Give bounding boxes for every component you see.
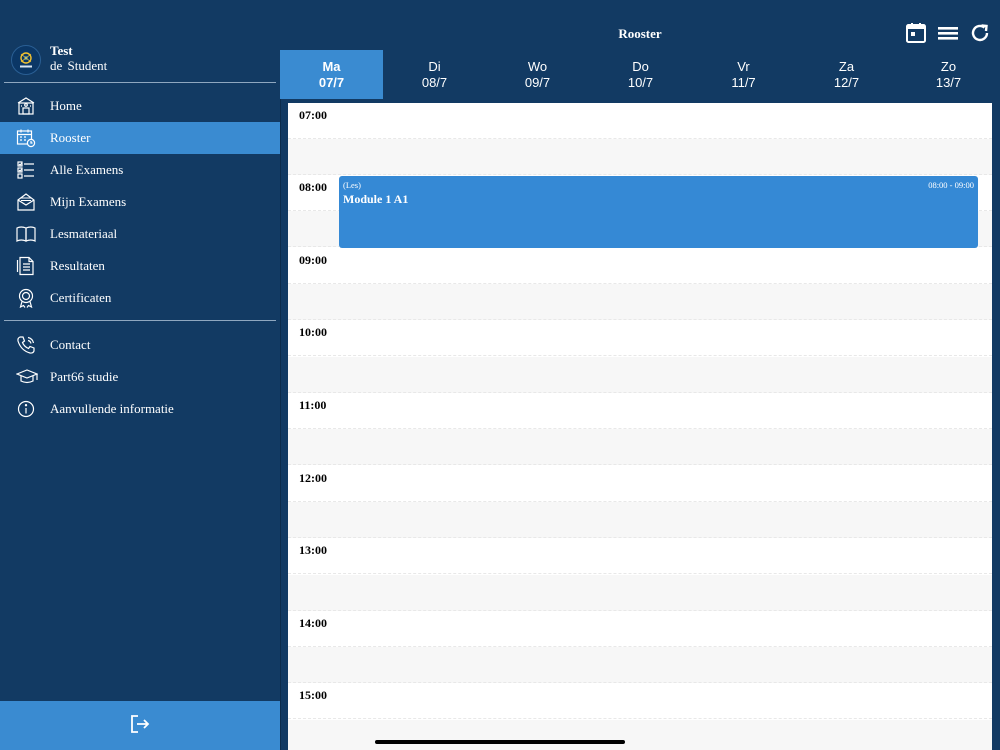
nav-label: Aanvullende informatie <box>50 401 174 416</box>
nav-label: Part66 studie <box>50 369 119 384</box>
user-first-name: Test <box>50 43 73 58</box>
day-name: Vr <box>737 59 750 74</box>
envelope-icon <box>16 192 36 212</box>
graduation-cap-icon <box>15 367 39 387</box>
tab-day-do[interactable]: Do 10/7 <box>589 50 692 99</box>
time-slot[interactable] <box>288 466 992 502</box>
event-type: (Les) <box>343 180 361 190</box>
nav-item-aanvullende-informatie[interactable]: Aanvullende informatie <box>0 393 280 425</box>
user-last-name: de Student <box>50 58 108 73</box>
nav-item-mijn-examens[interactable]: Mijn Examens <box>0 186 280 218</box>
nav-label: Lesmateriaal <box>50 226 118 241</box>
time-label: 13:00 <box>299 543 327 557</box>
nav-label: Certificaten <box>50 290 112 305</box>
day-tabs: Ma 07/7 Di 08/7 Wo 09/7 Do 10/7 Vr 11/7 … <box>280 50 1000 99</box>
nav-item-alle-examens[interactable]: Alle Examens <box>0 154 280 186</box>
time-slot[interactable] <box>288 320 992 356</box>
tab-day-vr[interactable]: Vr 11/7 <box>692 50 795 99</box>
tab-day-ma[interactable]: Ma 07/7 <box>280 50 383 99</box>
status-bar <box>0 0 1000 18</box>
time-label: 10:00 <box>299 325 327 339</box>
school-logo-icon <box>11 45 41 75</box>
tab-day-wo[interactable]: Wo 09/7 <box>486 50 589 99</box>
nav-item-certificaten[interactable]: Certificaten <box>0 282 280 314</box>
time-slot[interactable] <box>288 683 992 719</box>
time-slot[interactable] <box>288 575 992 611</box>
nav-item-rooster[interactable]: Rooster <box>0 122 280 154</box>
time-slot[interactable] <box>288 502 992 538</box>
time-slot[interactable] <box>288 357 992 393</box>
calendar-clock-icon <box>16 128 36 148</box>
nav-label: Alle Examens <box>50 162 124 177</box>
day-schedule[interactable]: 07:00 08:00 09:00 10:00 11:00 12:00 13:0… <box>288 103 992 750</box>
refresh-icon[interactable] <box>969 22 991 44</box>
nav-item-part66-studie[interactable]: Part66 studie <box>0 361 280 393</box>
nav-label: Rooster <box>50 130 91 145</box>
sidebar: Test de Student Home Rooster Alle Examen… <box>0 18 281 750</box>
time-slot[interactable] <box>288 538 992 574</box>
time-slot[interactable] <box>288 139 992 175</box>
time-label: 12:00 <box>299 471 327 485</box>
menu-icon[interactable] <box>937 22 959 44</box>
event-time-range: 08:00 - 09:00 <box>928 180 974 190</box>
day-date: 08/7 <box>421 75 448 90</box>
tab-day-zo[interactable]: Zo 13/7 <box>897 50 1000 99</box>
day-date: 11/7 <box>731 75 756 90</box>
document-list-icon <box>16 256 36 276</box>
logout-icon <box>129 713 151 735</box>
nav-item-contact[interactable]: Contact <box>0 329 280 361</box>
time-label: 09:00 <box>299 253 327 267</box>
time-label: 15:00 <box>299 688 327 702</box>
day-name: Za <box>838 59 855 74</box>
award-badge-icon <box>16 288 36 309</box>
time-slot[interactable] <box>288 393 992 429</box>
time-label: 14:00 <box>299 616 327 630</box>
nav-label: Contact <box>50 337 91 352</box>
nav-label: Home <box>50 98 82 113</box>
nav-label: Resultaten <box>50 258 105 273</box>
day-name: Di <box>428 59 441 74</box>
day-date: 07/7 <box>318 75 345 90</box>
checklist-icon <box>16 160 36 180</box>
header: Rooster <box>280 18 1000 50</box>
time-slot[interactable] <box>288 647 992 683</box>
time-slot[interactable] <box>288 284 992 320</box>
nav-item-lesmateriaal[interactable]: Lesmateriaal <box>0 218 280 250</box>
user-profile: Test de Student <box>0 18 280 82</box>
school-building-icon <box>16 96 36 116</box>
day-name: Do <box>632 59 649 74</box>
calendar-event[interactable]: (Les) Module 1 A1 08:00 - 09:00 <box>339 176 978 248</box>
event-title: Module 1 A1 <box>343 192 409 206</box>
page-title: Rooster <box>618 26 662 41</box>
divider <box>4 320 276 321</box>
day-date: 09/7 <box>524 75 551 90</box>
time-label: 07:00 <box>299 108 327 122</box>
tab-day-za[interactable]: Za 12/7 <box>795 50 898 99</box>
info-icon <box>16 399 36 419</box>
day-date: 10/7 <box>627 75 654 90</box>
time-slot[interactable] <box>288 611 992 647</box>
tab-day-di[interactable]: Di 08/7 <box>383 50 486 99</box>
day-name: Ma <box>322 59 341 74</box>
logout-button[interactable] <box>0 701 280 750</box>
time-label: 11:00 <box>299 398 327 412</box>
time-slot[interactable] <box>288 429 992 465</box>
time-slot[interactable] <box>288 720 992 750</box>
time-slot[interactable] <box>288 103 992 139</box>
nav-label: Mijn Examens <box>50 194 127 209</box>
day-date: 12/7 <box>833 75 860 90</box>
nav-item-resultaten[interactable]: Resultaten <box>0 250 280 282</box>
home-indicator <box>375 740 625 744</box>
day-name: Zo <box>940 59 957 74</box>
day-date: 13/7 <box>935 75 962 90</box>
nav-item-home[interactable]: Home <box>0 90 280 122</box>
divider <box>4 82 276 83</box>
open-book-icon <box>16 224 36 244</box>
calendar-icon[interactable] <box>905 22 927 44</box>
time-label: 08:00 <box>299 180 327 194</box>
phone-icon <box>16 335 36 355</box>
day-name: Wo <box>527 59 548 74</box>
time-slot[interactable] <box>288 248 992 284</box>
